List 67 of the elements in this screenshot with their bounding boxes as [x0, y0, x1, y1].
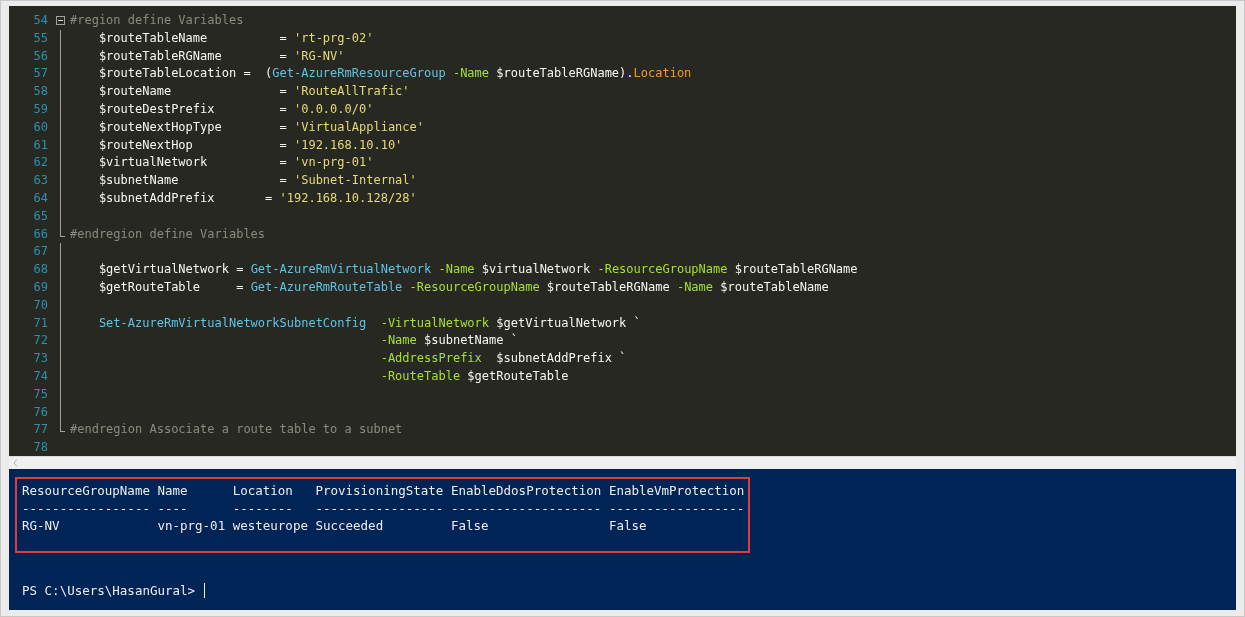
line-number: 68 — [32, 261, 48, 279]
line-number: 66 — [32, 225, 48, 243]
code-line: $getVirtualNetwork = Get-AzureRmVirtualNetwork -Name $virtualNetwork -ResourceGroupName $routeTableRGName — [97, 261, 858, 279]
line-number: 59 — [32, 101, 48, 118]
code-line: #endregion Associate a route table to a subnet — [70, 421, 403, 439]
code-line: $routeNextHopType = 'VirtualAppliance' — [97, 118, 424, 136]
code-line: #endregion define Variables — [70, 225, 266, 243]
line-number: 74 — [32, 367, 48, 385]
header-underline: ----------------- — [315, 499, 444, 517]
line-number: 63 — [32, 172, 48, 190]
code-line: #region define Variables — [70, 12, 244, 29]
line-number: 55 — [32, 29, 48, 47]
table-cell-text: Succeeded — [315, 517, 385, 535]
code-line: -RouteTable $getRouteTable — [379, 367, 569, 385]
table-cell-text: False — [608, 517, 648, 535]
code-line: $routeTableName = 'rt-prg-02' — [97, 29, 374, 47]
line-number: 76 — [32, 403, 48, 421]
line-number: 56 — [32, 47, 48, 65]
line-number: 69 — [32, 278, 48, 296]
code-line: $routeName = 'RouteAllTrafic' — [97, 83, 410, 101]
table-cell: westeurope — [232, 517, 308, 535]
code-line: $virtualNetwork = 'vn-prg-01' — [97, 154, 374, 172]
text-cursor — [204, 583, 206, 598]
line-number: 60 — [32, 118, 48, 136]
code-line: $routeDestPrefix = '0.0.0.0/0' — [97, 101, 374, 118]
line-number: 70 — [32, 296, 48, 314]
line-number: 77 — [32, 421, 48, 439]
line-number: 75 — [32, 385, 48, 403]
column-header: Location — [232, 482, 294, 500]
scroll-left-icon[interactable] — [13, 459, 18, 467]
line-number: 72 — [32, 332, 48, 350]
line-number: 54 — [32, 12, 48, 29]
code-line: $getRouteTable = Get-AzureRmRouteTable -ResourceGroupName $routeTableRGName -Name $routeTableName — [97, 278, 829, 296]
line-number: 67 — [32, 243, 48, 261]
line-number: 57 — [32, 65, 48, 83]
line-number: 62 — [32, 154, 48, 172]
code-line: Set-AzureRmVirtualNetworkSubnetConfig -VirtualNetwork $getVirtualNetwork ` — [97, 314, 641, 332]
column-header: ProvisioningState — [315, 482, 444, 500]
header-underline: -------------------- — [450, 499, 602, 517]
table-cell-text: RG-NV — [22, 517, 61, 535]
header-underline: -------- — [232, 499, 294, 517]
table-cell: vn-prg-01 — [157, 517, 226, 535]
header-underline: ---- — [157, 499, 189, 517]
line-number: 64 — [32, 189, 48, 207]
line-number: 78 — [32, 439, 48, 457]
code-line: $subnetName = 'Subnet-Internal' — [97, 172, 417, 190]
code-line: $subnetAddPrefix = '192.168.10.128/28' — [97, 189, 417, 207]
column-header: Name — [157, 482, 189, 500]
horizontal-scrollbar[interactable] — [9, 456, 1236, 469]
line-number: 58 — [32, 83, 48, 101]
line-number: 73 — [32, 350, 48, 368]
column-header: ResourceGroupName — [22, 482, 150, 500]
code-line: $routeTableLocation = (Get-AzureRmResourceGroup -Name $routeTableRGName).Location — [97, 65, 692, 83]
header-underline: ----------------- — [22, 499, 150, 517]
code-line: -Name $subnetName ` — [379, 332, 518, 350]
code-line: -AddressPrefix $subnetAddPrefix ` — [379, 350, 627, 368]
table-cell-text: False — [450, 517, 490, 535]
line-number: 61 — [32, 136, 48, 154]
line-number: 71 — [32, 314, 48, 332]
code-line: $routeNextHop = '192.168.10.10' — [97, 136, 403, 154]
column-header: EnableVmProtection — [608, 482, 745, 500]
header-underline: ------------------ — [608, 499, 745, 517]
collapse-icon[interactable] — [56, 16, 65, 26]
command-prompt: PS C:\Users\HasanGural> — [22, 583, 196, 598]
code-line: $routeTableRGName = 'RG-NV' — [97, 47, 345, 65]
column-header: EnableDdosProtection — [450, 482, 602, 500]
line-number: 65 — [32, 207, 48, 225]
